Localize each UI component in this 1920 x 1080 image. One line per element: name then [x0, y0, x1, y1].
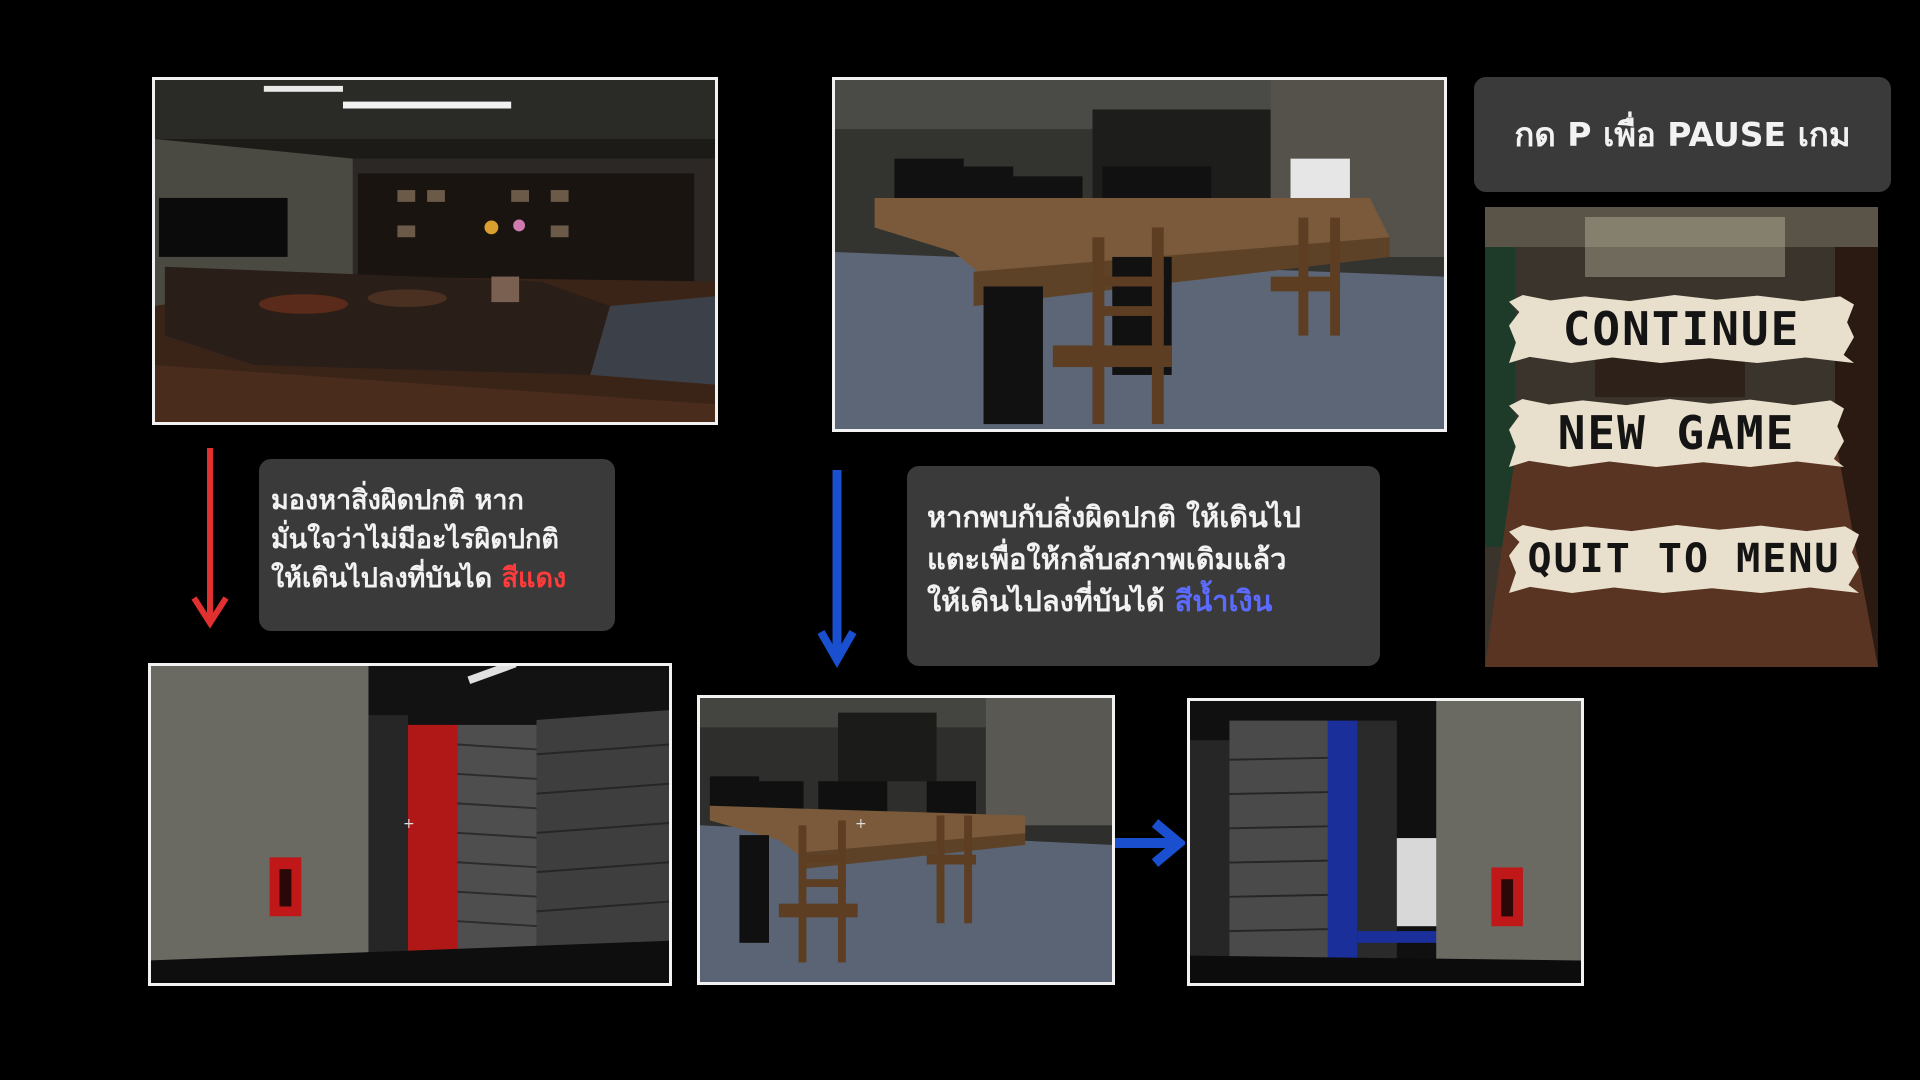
pause-hint-text: กด P เพื่อ PAUSE เกม: [1514, 114, 1851, 154]
new-game-label: NEW GAME: [1557, 406, 1796, 460]
crosshair-icon: +: [855, 816, 867, 832]
blue-highlight: สีน้ำเงิน: [1174, 584, 1273, 619]
blue-stairs-screenshot: [1187, 698, 1584, 986]
red-instruction-line-1: มองหาสิ่งผิดปกติ หาก: [271, 485, 524, 516]
crosshair-icon: +: [403, 816, 415, 832]
red-highlight: สีแดง: [501, 563, 567, 595]
pause-menu-screenshot: CONTINUE NEW GAME QUIT TO MENU: [1485, 207, 1878, 667]
continue-button[interactable]: CONTINUE: [1509, 295, 1854, 363]
red-stairs-instruction: มองหาสิ่งผิดปกติ หาก มั่นใจว่าไม่มีอะไรผ…: [259, 459, 615, 631]
continue-label: CONTINUE: [1562, 302, 1801, 356]
blue-instruction-line-2: แตะเพื่อให้กลับสภาพเดิมแล้ว: [927, 542, 1287, 577]
blue-down-arrow-icon: [817, 470, 857, 669]
quit-to-menu-button[interactable]: QUIT TO MENU: [1509, 525, 1859, 593]
red-instruction-line-2: มั่นใจว่าไม่มีอะไรผิดปกติ: [271, 524, 559, 556]
music-room-screenshot: [152, 77, 718, 425]
computer-lab-return-screenshot: +: [697, 695, 1115, 985]
blue-instruction-line-3: ให้เดินไปลงที่บันได้: [927, 584, 1175, 619]
blue-instruction-line-1: หากพบกับสิ่งผิดปกติ ให้เดินไป: [927, 500, 1301, 534]
pause-hint-label: กด P เพื่อ PAUSE เกม: [1474, 77, 1891, 192]
computer-lab-screenshot: [832, 77, 1447, 432]
new-game-button[interactable]: NEW GAME: [1509, 399, 1844, 467]
red-stairs-screenshot: +: [148, 663, 672, 986]
blue-stairs-instruction: หากพบกับสิ่งผิดปกติ ให้เดินไป แตะเพื่อให…: [907, 466, 1380, 666]
blue-right-arrow-icon: [1115, 819, 1185, 867]
quit-to-menu-label: QUIT TO MENU: [1527, 536, 1841, 582]
red-instruction-line-3: ให้เดินไปลงที่บันได: [271, 563, 502, 595]
red-down-arrow-icon: [191, 448, 229, 629]
